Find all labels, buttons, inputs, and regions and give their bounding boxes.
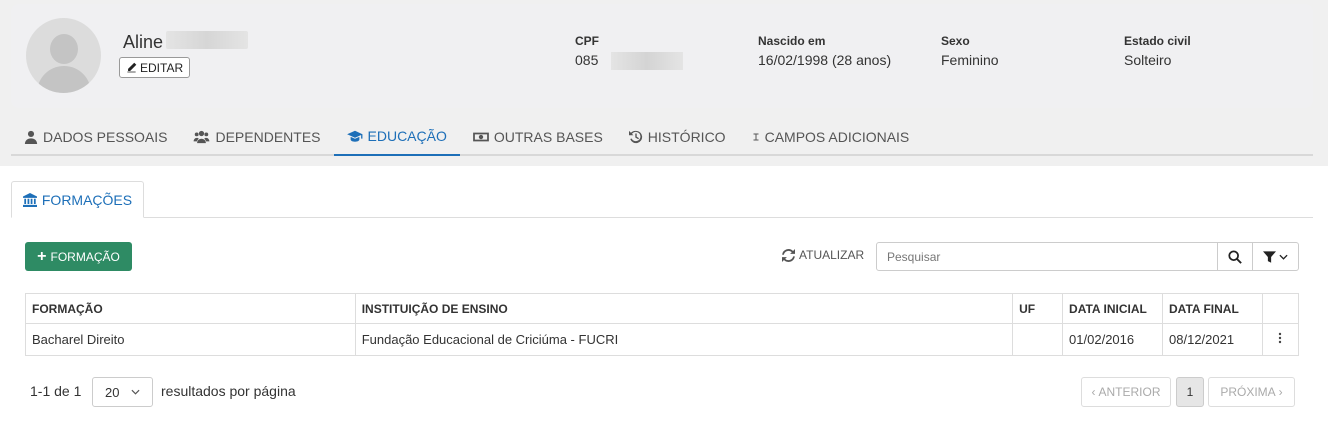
filter-dropdown-button[interactable] xyxy=(1252,242,1299,271)
tab-label: EDUCAÇÃO xyxy=(367,128,447,144)
chevron-down-icon xyxy=(131,389,140,395)
refresh-button[interactable]: ATUALIZAR xyxy=(782,248,864,262)
history-icon xyxy=(628,130,642,144)
table-row[interactable]: Bacharel Direito Fundação Educacional de… xyxy=(25,323,1300,356)
previous-page-button[interactable]: ‹ ANTERIOR xyxy=(1081,377,1171,407)
tab-campos-adicionais[interactable]: CAMPOS ADICIONAIS xyxy=(739,118,923,156)
page-size-value: 20 xyxy=(105,384,120,400)
info-label: Sexo xyxy=(941,34,970,48)
i-cursor-icon xyxy=(753,133,759,141)
add-label: FORMAÇÃO xyxy=(50,249,120,264)
column-header[interactable]: DATA FINAL xyxy=(1162,293,1263,324)
actions-header xyxy=(1261,293,1300,324)
per-page-label: resultados por página xyxy=(161,383,296,399)
column-header[interactable]: INSTITUIÇÃO DE ENSINO xyxy=(354,293,1014,324)
money-icon xyxy=(473,132,489,142)
info-sex: Sexo Feminino xyxy=(941,34,999,68)
tab-label: DEPENDENTES xyxy=(215,129,321,145)
column-header[interactable]: UF xyxy=(1012,293,1064,324)
tab-outras-bases[interactable]: OUTRAS BASES xyxy=(460,118,616,156)
column-header[interactable]: FORMAÇÃO xyxy=(25,293,356,324)
chevron-down-icon xyxy=(1279,254,1288,260)
profile-card: Aline EDITAR CPF 085 Nascido em 16/02/19… xyxy=(11,4,1313,108)
info-value: 085 xyxy=(575,52,599,68)
row-actions[interactable] xyxy=(1261,323,1300,356)
info-cpf: CPF 085 xyxy=(575,34,599,68)
refresh-label: ATUALIZAR xyxy=(799,248,865,262)
more-vertical-icon[interactable] xyxy=(1278,332,1282,344)
cell-data-inicial: 01/02/2016 xyxy=(1062,323,1164,356)
tab-dependentes[interactable]: DEPENDENTES xyxy=(180,118,333,156)
users-icon xyxy=(194,130,210,144)
avatar xyxy=(26,18,101,93)
info-label: Nascido em xyxy=(758,34,826,48)
chevron-left-icon: ‹ xyxy=(1091,385,1096,399)
cell-instituicao: Fundação Educacional de Criciúma - FUCRI xyxy=(354,323,1014,356)
tab-label: OUTRAS BASES xyxy=(493,129,603,145)
info-marital: Estado civil Solteiro xyxy=(1124,34,1191,68)
search-icon xyxy=(1228,249,1242,264)
tab-educacao[interactable]: EDUCAÇÃO xyxy=(333,118,460,156)
edit-label: EDITAR xyxy=(140,60,184,75)
info-value: Solteiro xyxy=(1124,52,1172,68)
filter-icon xyxy=(1263,250,1276,263)
formacoes-table: FORMAÇÃO INSTITUIÇÃO DE ENSINO UF DATA I… xyxy=(25,293,1300,356)
cell-data-final: 08/12/2021 xyxy=(1162,323,1263,356)
content-panel: FORMAÇÕES + FORMAÇÃO ATUALIZAR FORMAÇÃO … xyxy=(0,166,1328,424)
profile-name: Aline xyxy=(123,32,164,52)
info-birth: Nascido em 16/02/1998 (28 anos) xyxy=(758,34,891,68)
bank-icon xyxy=(22,192,37,207)
pencil-icon xyxy=(127,62,137,73)
edit-profile-button[interactable]: EDITAR xyxy=(119,57,191,78)
plus-icon: + xyxy=(37,247,47,265)
info-value: 16/02/1998 (28 anos) xyxy=(758,52,892,68)
subtab-formacoes[interactable]: FORMAÇÕES xyxy=(11,181,144,218)
tab-label: CAMPOS ADICIONAIS xyxy=(764,129,910,145)
subtab-label: FORMAÇÕES xyxy=(41,191,133,208)
main-tabs: DADOS PESSOAIS DEPENDENTES EDUCAÇÃO OUTR… xyxy=(11,118,1313,156)
column-header[interactable]: DATA INICIAL xyxy=(1062,293,1164,324)
add-formacao-button[interactable]: + FORMAÇÃO xyxy=(25,242,132,271)
page-number-button[interactable]: 1 xyxy=(1176,377,1204,407)
tab-historico[interactable]: HISTÓRICO xyxy=(616,118,739,156)
tab-label: DADOS PESSOAIS xyxy=(43,129,168,145)
next-page-button[interactable]: PRÓXIMA › xyxy=(1208,377,1295,407)
table-header-row: FORMAÇÃO INSTITUIÇÃO DE ENSINO UF DATA I… xyxy=(25,293,1300,324)
cell-formacao: Bacharel Direito xyxy=(25,323,356,356)
refresh-icon xyxy=(782,248,795,262)
tab-label: HISTÓRICO xyxy=(647,129,726,145)
redacted-surname xyxy=(166,31,248,49)
info-label: Estado civil xyxy=(1124,34,1191,48)
graduation-cap-icon xyxy=(346,130,362,142)
page-number: 1 xyxy=(1186,385,1194,399)
user-icon xyxy=(24,130,38,144)
search-button[interactable] xyxy=(1217,242,1253,271)
pagination-range: 1-1 de 1 xyxy=(30,383,82,399)
prev-label: ANTERIOR xyxy=(1098,385,1161,399)
next-label: PRÓXIMA xyxy=(1220,385,1276,399)
tab-dados-pessoais[interactable]: DADOS PESSOAIS xyxy=(11,118,180,156)
chevron-right-icon: › xyxy=(1278,385,1283,399)
redacted-cpf xyxy=(611,52,683,70)
info-value: Feminino xyxy=(941,52,999,68)
cell-uf xyxy=(1012,323,1064,356)
search-input[interactable] xyxy=(876,242,1218,271)
info-label: CPF xyxy=(575,34,599,48)
page-size-select[interactable]: 20 xyxy=(92,377,153,407)
subtab-divider xyxy=(11,217,1313,218)
